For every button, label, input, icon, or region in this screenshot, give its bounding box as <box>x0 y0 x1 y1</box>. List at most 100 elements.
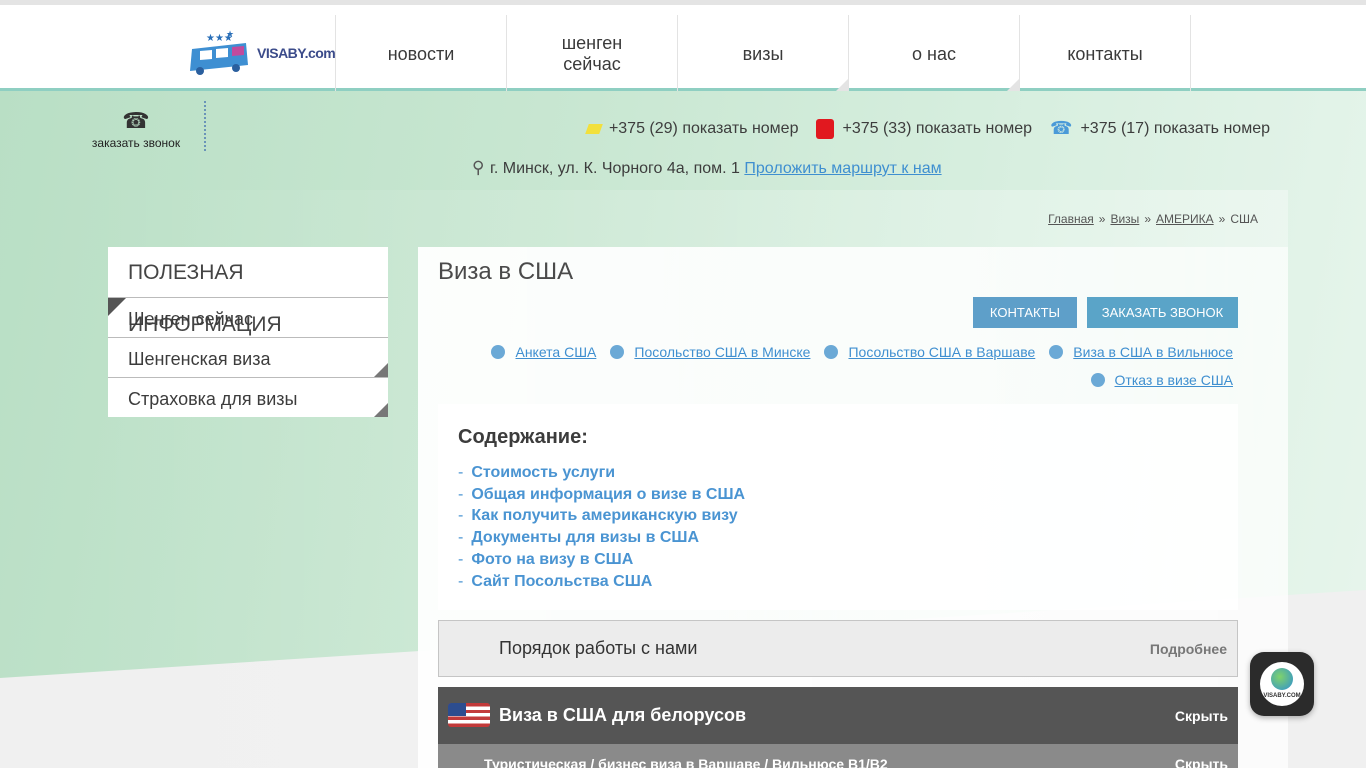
phone-handset-icon: ☎ <box>122 108 150 133</box>
page-title: Виза в США <box>438 258 574 285</box>
sidebar-active-marker <box>108 298 126 316</box>
map-pin-icon: ⚲ <box>472 158 485 177</box>
beltelecom-icon: ☎ <box>1050 118 1073 138</box>
nav-visas[interactable]: визы <box>677 15 848 93</box>
toc-item-label: Общая информация о визе в США <box>471 485 746 503</box>
sidebar-item-label: Шенген сейчас <box>128 309 254 329</box>
contacts-button[interactable]: КОНТАКТЫ <box>973 297 1077 328</box>
toc-item-label: Фото на визу в США <box>471 550 634 568</box>
globe-icon <box>1271 668 1293 690</box>
related-links-row2: Отказ в визе США <box>1090 372 1233 388</box>
breadcrumb-america[interactable]: АМЕРИКА <box>1156 212 1214 226</box>
header: ★★★ ★ VISABY.com новости шенген сейчас в… <box>0 5 1366 93</box>
accordion-hide-toggle[interactable]: Скрыть <box>1175 708 1228 724</box>
site-logo[interactable]: ★★★ ★ VISABY.com <box>186 27 336 79</box>
sidebar-title: ПОЛЕЗНАЯ ИНФОРМАЦИЯ <box>108 247 388 336</box>
nav-about-label: о нас <box>912 43 956 64</box>
toc-item[interactable]: - Стоимость услуги <box>458 462 745 484</box>
breadcrumb-sep: » <box>1098 212 1106 226</box>
nav-visas-label: визы <box>742 43 784 64</box>
nav-contacts[interactable]: контакты <box>1019 15 1191 93</box>
route-link[interactable]: Проложить маршрут к нам <box>744 160 941 177</box>
sidebar-corner <box>374 363 388 377</box>
globe-icon <box>610 345 625 359</box>
callback-link[interactable]: ☎ заказать звонок <box>86 106 186 150</box>
accordion-title: Виза в США для белорусов <box>499 705 747 725</box>
accordion-title: Туристическая / бизнес виза в Варшаве / … <box>484 756 888 768</box>
velcom-icon <box>585 123 603 134</box>
link-visa-refusal[interactable]: Отказ в визе США <box>1090 372 1233 388</box>
order-call-button[interactable]: ЗАКАЗАТЬ ЗВОНОК <box>1087 297 1238 328</box>
breadcrumb: Главная » Визы » АМЕРИКА » США <box>1048 212 1258 226</box>
sidebar-item-label: Страховка для визы <box>128 389 298 409</box>
phone-velcom-text: +375 (29) показать номер <box>608 119 799 137</box>
sidebar-corner <box>374 403 388 417</box>
breadcrumb-home[interactable]: Главная <box>1048 212 1094 226</box>
breadcrumb-current: США <box>1230 212 1258 226</box>
nav-news[interactable]: новости <box>335 15 506 93</box>
toc-item-label: Как получить американскую визу <box>471 507 738 525</box>
nav-about[interactable]: о нас <box>848 15 1019 93</box>
link-label: Отказ в визе США <box>1114 372 1233 388</box>
phone-list: +375 (29) показать номер +375 (33) показ… <box>585 118 1270 139</box>
toc-item[interactable]: - Фото на визу в США <box>458 549 745 571</box>
breadcrumb-visas[interactable]: Визы <box>1110 212 1139 226</box>
toc-item[interactable]: - Общая информация о визе в США <box>458 484 745 506</box>
nav-schengen-now[interactable]: шенген сейчас <box>506 15 677 93</box>
toc-item[interactable]: - Сайт Посольства США <box>458 571 745 593</box>
mts-icon <box>816 118 835 139</box>
toc-item-label: Стоимость услуги <box>471 464 616 481</box>
chat-widget-button[interactable]: VISABY.COM <box>1250 652 1314 716</box>
phone-mts[interactable]: +375 (33) показать номер <box>816 118 1032 139</box>
address-text: г. Минск, ул. К. Чорного 4а, пом. 1 <box>490 160 740 177</box>
svg-text:★: ★ <box>226 30 234 40</box>
logo-text: VISABY.com <box>257 45 336 61</box>
toc-item[interactable]: - Документы для визы в США <box>458 527 745 549</box>
toc-item-label: Сайт Посольства США <box>471 572 653 590</box>
link-label: Анкета США <box>515 344 597 360</box>
accordion-tourist-business-visa[interactable]: Туристическая / бизнес виза в Варшаве / … <box>438 744 1238 768</box>
globe-icon <box>491 345 506 359</box>
widget-logo: VISABY.COM <box>1260 662 1304 706</box>
link-usa-form[interactable]: Анкета США <box>491 344 596 360</box>
link-label: Посольство США в Варшаве <box>848 344 1036 360</box>
table-of-contents: Содержание: - Стоимость услуги - Общая инф… <box>438 404 1238 610</box>
link-label: Посольство США в Минске <box>634 344 811 360</box>
globe-icon <box>1090 373 1105 387</box>
sidebar-item-schengen-now[interactable]: Шенген сейчас <box>108 298 388 338</box>
sidebar: ПОЛЕЗНАЯ ИНФОРМАЦИЯ Шенген сейчас Шенген… <box>108 247 388 417</box>
logo-bus-icon: ★★★ ★ <box>190 30 248 75</box>
toc-heading: Содержание: <box>458 426 588 448</box>
accordion-hide-toggle[interactable]: Скрыть <box>1175 756 1228 768</box>
nav-schengen-now-label: шенген сейчас <box>561 33 623 74</box>
link-visa-vilnius[interactable]: Виза в США в Вильнюсе <box>1049 344 1233 360</box>
accordion-title: Порядок работы с нами <box>499 638 698 658</box>
address: ⚲ г. Минск, ул. К. Чорного 4а, пом. 1 Про… <box>472 158 942 178</box>
accordion-more-toggle[interactable]: Подробнее <box>1150 641 1227 657</box>
phone-mts-text: +375 (33) показать номер <box>842 119 1033 137</box>
toc-item[interactable]: - Как получить американскую визу <box>458 505 745 527</box>
accordion-usa-visa-belarus[interactable]: Виза в США для белорусов Скрыть <box>438 687 1238 744</box>
usa-flag-icon <box>448 703 490 727</box>
toc-list: - Стоимость услуги - Общая информация о ви… <box>458 462 745 592</box>
sidebar-item-schengen-visa[interactable]: Шенгенская виза <box>108 338 388 378</box>
sidebar-item-insurance[interactable]: Страховка для визы <box>108 378 388 417</box>
nav-news-label: новости <box>387 43 455 64</box>
phone-velcom[interactable]: +375 (29) показать номер <box>585 118 799 139</box>
callback-label: заказать звонок <box>91 136 181 150</box>
link-embassy-minsk[interactable]: Посольство США в Минске <box>610 344 810 360</box>
globe-icon <box>824 345 839 359</box>
nav-contacts-label: контакты <box>1067 43 1143 64</box>
link-embassy-warsaw[interactable]: Посольство США в Варшаве <box>824 344 1035 360</box>
globe-icon <box>1049 345 1064 359</box>
toc-item-label: Документы для визы в США <box>471 529 700 547</box>
widget-label: VISABY.COM <box>1263 693 1301 699</box>
link-label: Виза в США в Вильнюсе <box>1073 344 1233 360</box>
accordion-how-we-work[interactable]: Порядок работы с нами Подробнее <box>438 620 1238 677</box>
breadcrumb-sep: » <box>1144 212 1151 226</box>
sidebar-item-label: Шенгенская виза <box>128 349 271 369</box>
related-links: Анкета США Посольство США в Минске Посол… <box>491 344 1233 360</box>
phone-beltelecom[interactable]: ☎ +375 (17) показать номер <box>1050 118 1270 139</box>
phone-beltelecom-text: +375 (17) показать номер <box>1080 119 1270 137</box>
divider <box>204 101 206 151</box>
